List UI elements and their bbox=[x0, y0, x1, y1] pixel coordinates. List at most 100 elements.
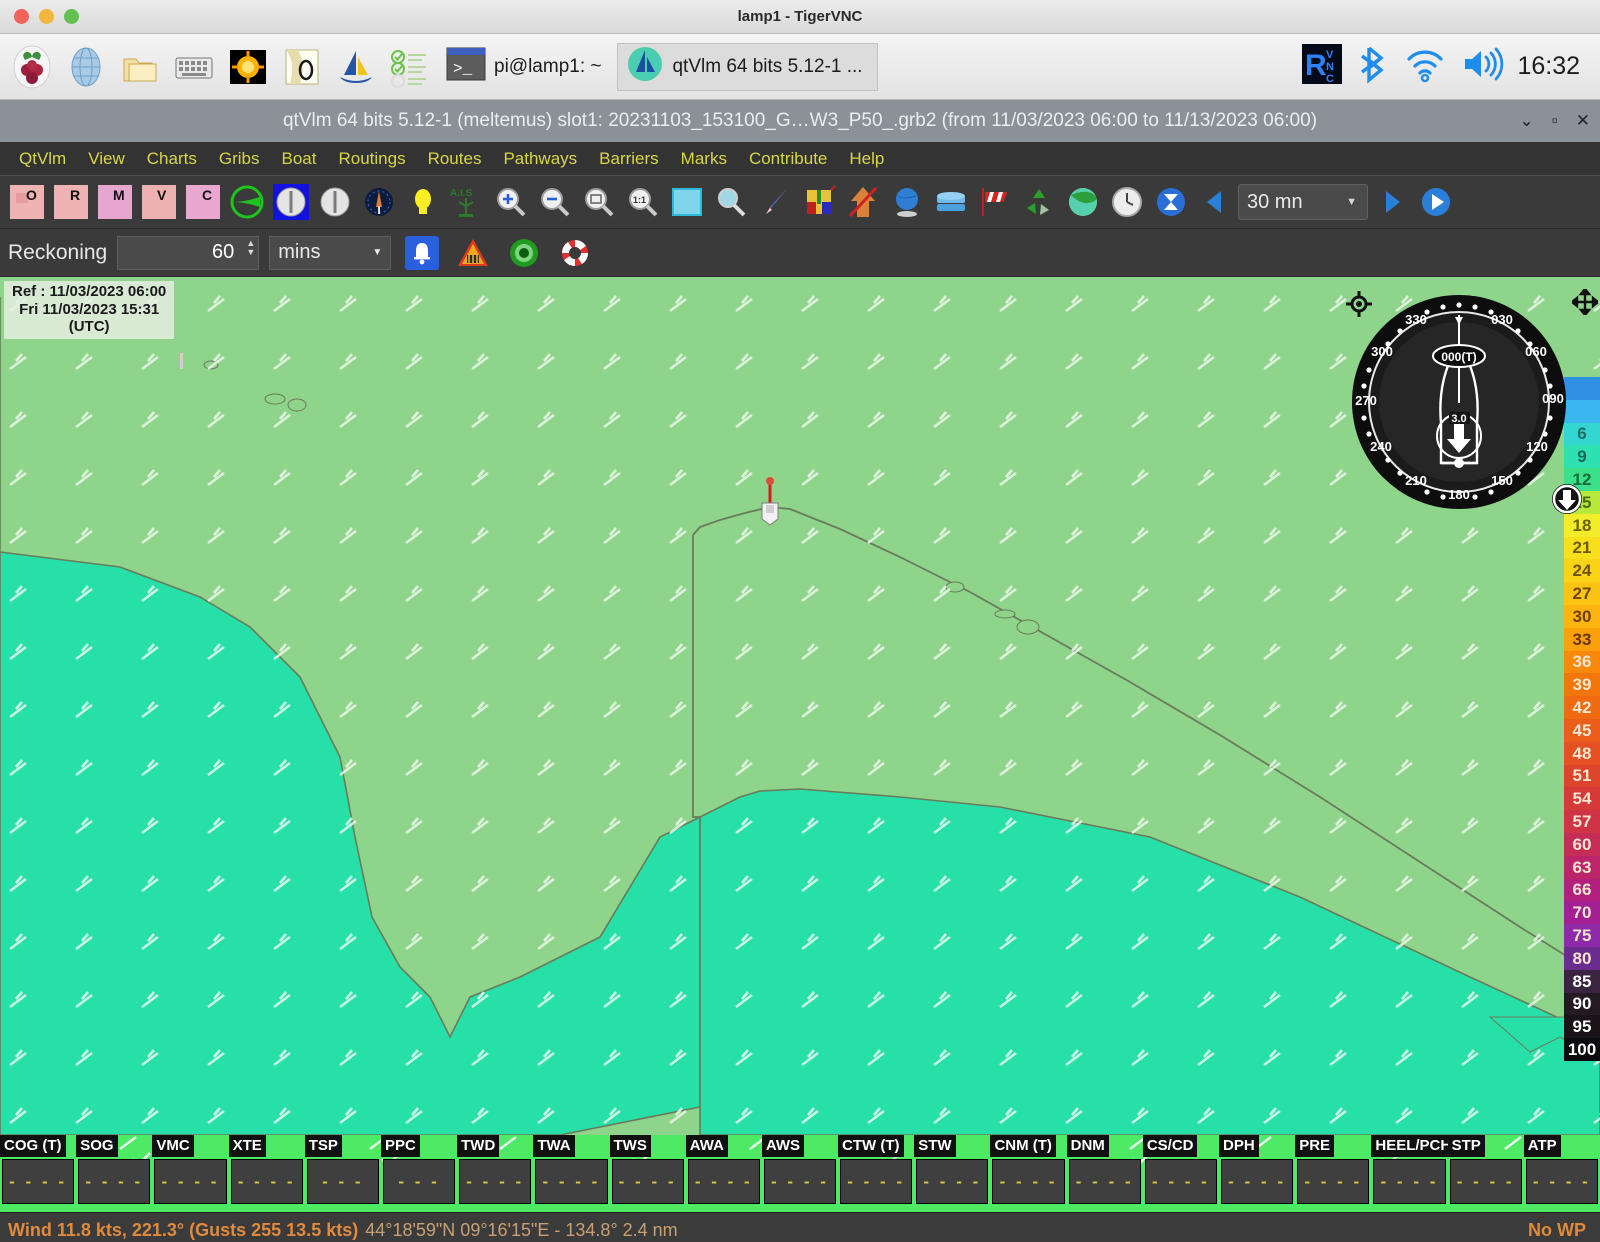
menu-help[interactable]: Help bbox=[838, 145, 895, 173]
reckoning-unit-combo[interactable]: mins ▼ bbox=[269, 235, 392, 270]
zoom-fit-icon[interactable] bbox=[578, 182, 619, 223]
lifebuoy-icon[interactable] bbox=[554, 232, 595, 273]
windsock-icon[interactable] bbox=[974, 182, 1015, 223]
menu-pathways[interactable]: Pathways bbox=[492, 145, 588, 173]
menu-contribute[interactable]: Contribute bbox=[738, 145, 838, 173]
crosshair-icon[interactable] bbox=[1346, 291, 1372, 317]
instrument-cell[interactable]: CS/CD - - - - bbox=[1142, 1135, 1219, 1212]
instrument-cell[interactable]: ATP - - - - bbox=[1523, 1135, 1600, 1212]
chart-map-canvas[interactable]: Ref : 11/03/2023 06:00 Fri 11/03/2023 15… bbox=[0, 277, 1600, 1135]
zygrib-icon[interactable] bbox=[276, 41, 328, 93]
play-icon[interactable] bbox=[1415, 182, 1456, 223]
vnc-tray-icon[interactable]: R V N C bbox=[1299, 41, 1345, 92]
layers-icon[interactable] bbox=[930, 182, 971, 223]
instrument-cell[interactable]: CNM (T) - - - - bbox=[990, 1135, 1066, 1212]
wind-scale-band: 24 bbox=[1564, 559, 1600, 583]
stepper-arrows-icon[interactable]: ▲ ▼ bbox=[246, 238, 255, 257]
instrument-cell[interactable]: AWA - - - - bbox=[685, 1135, 762, 1212]
web-browser-icon[interactable] bbox=[60, 41, 112, 93]
grib-r-icon[interactable]: R bbox=[50, 182, 91, 223]
instrument-cell[interactable]: XTE - - - - bbox=[228, 1135, 305, 1212]
square-select-icon[interactable] bbox=[666, 182, 707, 223]
system-tray: R V N C 16:32 bbox=[1299, 41, 1594, 92]
scale-knob-icon[interactable] bbox=[1550, 482, 1584, 516]
instrument-cell[interactable]: STW - - - - bbox=[914, 1135, 990, 1212]
instrument-cell[interactable]: TWS - - - - bbox=[609, 1135, 686, 1212]
zoom-out-icon[interactable] bbox=[534, 182, 575, 223]
instrument-cell[interactable]: TWD - - - - bbox=[457, 1135, 533, 1212]
status-waypoint: No WP bbox=[1528, 1220, 1586, 1240]
next-step-icon[interactable] bbox=[1371, 182, 1412, 223]
clock-icon[interactable] bbox=[1106, 182, 1147, 223]
menu-boat[interactable]: Boat bbox=[270, 145, 327, 173]
minimize-icon[interactable]: ⌄ bbox=[1519, 111, 1533, 131]
instrument-cell[interactable]: PRE - - - - bbox=[1295, 1135, 1371, 1212]
task-list-icon[interactable] bbox=[384, 41, 436, 93]
boat-marker-icon[interactable] bbox=[750, 475, 790, 535]
sailing-app-icon[interactable] bbox=[330, 41, 382, 93]
zoom-1-1-icon[interactable]: 1:1 bbox=[622, 182, 663, 223]
wind-scale-band: 60 bbox=[1564, 832, 1600, 856]
instrument-cell[interactable]: COG (T) - - - - bbox=[0, 1135, 76, 1212]
menu-barriers[interactable]: Barriers bbox=[588, 145, 670, 173]
instrument-cell[interactable]: STP - - - - bbox=[1447, 1135, 1524, 1212]
compass-rose[interactable]: 030 060 090 120 150 180 210 240 270 300 … bbox=[1350, 293, 1568, 511]
compass-blue-icon[interactable] bbox=[270, 182, 311, 223]
palette-icon[interactable] bbox=[1062, 182, 1103, 223]
menu-qtvlm[interactable]: QtVlm bbox=[8, 145, 77, 173]
sun-app-icon[interactable] bbox=[222, 41, 274, 93]
instrument-icon[interactable] bbox=[358, 182, 399, 223]
bluetooth-tray-icon[interactable] bbox=[1357, 44, 1391, 89]
lightbulb-icon[interactable] bbox=[402, 182, 443, 223]
maximize-icon[interactable]: ▫ bbox=[1552, 111, 1558, 131]
reckoning-input[interactable]: 60 ▲ ▼ bbox=[117, 235, 260, 270]
menu-routings[interactable]: Routings bbox=[327, 145, 416, 173]
instrument-cell[interactable]: DNM - - - - bbox=[1066, 1135, 1143, 1212]
menu-gribs[interactable]: Gribs bbox=[208, 145, 271, 173]
no-entry-arrow-icon[interactable] bbox=[842, 182, 883, 223]
grib-m-icon[interactable]: M bbox=[94, 182, 135, 223]
instrument-cell[interactable]: VMC - - - - bbox=[152, 1135, 228, 1212]
instrument-cell[interactable]: PPC - - - bbox=[380, 1135, 457, 1212]
menu-routes[interactable]: Routes bbox=[417, 145, 493, 173]
grib-c-icon[interactable]: C bbox=[182, 182, 223, 223]
file-manager-icon[interactable] bbox=[114, 41, 166, 93]
grib-v-icon[interactable]: V bbox=[138, 182, 179, 223]
zoom-in-icon[interactable] bbox=[490, 182, 531, 223]
menu-marks[interactable]: Marks bbox=[670, 145, 738, 173]
instrument-cell[interactable]: HEEL/PCH - - - - bbox=[1371, 1135, 1456, 1212]
gate-icon[interactable] bbox=[798, 182, 839, 223]
menu-view[interactable]: View bbox=[77, 145, 136, 173]
instrument-cell[interactable]: SOG - - - - bbox=[76, 1135, 152, 1212]
svg-text:N: N bbox=[1326, 61, 1334, 73]
wifi-tray-icon[interactable] bbox=[1403, 44, 1447, 89]
raspberry-menu-icon[interactable] bbox=[6, 41, 58, 93]
virtual-keyboard-icon[interactable] bbox=[168, 41, 220, 93]
prev-step-icon[interactable] bbox=[1194, 182, 1235, 223]
polar-icon[interactable] bbox=[226, 182, 267, 223]
globe-icon[interactable] bbox=[886, 182, 927, 223]
taskbar-terminal[interactable]: >_ pi@lamp1: ~ bbox=[438, 43, 615, 91]
hourglass-icon[interactable] bbox=[1150, 182, 1191, 223]
zoom-area-icon[interactable] bbox=[710, 182, 751, 223]
volume-tray-icon[interactable] bbox=[1459, 44, 1505, 89]
recycle-icon[interactable] bbox=[1018, 182, 1059, 223]
target-icon[interactable] bbox=[503, 232, 544, 273]
instrument-cell[interactable]: TSP - - - bbox=[304, 1135, 381, 1212]
instrument-cell[interactable]: CTW (T) - - - - bbox=[838, 1135, 914, 1212]
wind-scale-band: 90 bbox=[1564, 992, 1600, 1016]
close-icon[interactable]: ✕ bbox=[1576, 111, 1590, 131]
pointer-icon[interactable] bbox=[754, 182, 795, 223]
alarm-bell-icon[interactable] bbox=[401, 232, 442, 273]
instrument-cell[interactable]: TWA - - - - bbox=[533, 1135, 609, 1212]
taskbar-qtvlm[interactable]: qtVlm 64 bits 5.12-1 ... bbox=[617, 42, 878, 91]
warning-triangle-icon[interactable] bbox=[452, 232, 493, 273]
instrument-cell[interactable]: AWS - - - - bbox=[761, 1135, 838, 1212]
menu-charts[interactable]: Charts bbox=[136, 145, 208, 173]
compass-icon[interactable] bbox=[314, 182, 355, 223]
instrument-cell[interactable]: DPH - - - - bbox=[1219, 1135, 1295, 1212]
time-step-combo[interactable]: 30 mn ▼ bbox=[1238, 184, 1368, 220]
grib-o-icon[interactable]: O bbox=[6, 182, 47, 223]
ais-icon[interactable]: A.I.S bbox=[446, 182, 487, 223]
move-icon[interactable] bbox=[1570, 287, 1600, 317]
